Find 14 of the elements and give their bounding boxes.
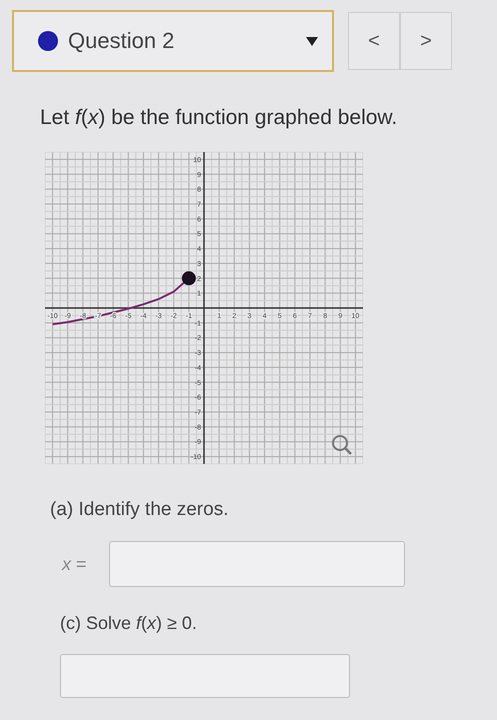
question-dropdown[interactable]: Question 2: [12, 10, 334, 72]
zoom-icon[interactable]: [332, 435, 352, 455]
nav-button[interactable]: >: [400, 12, 452, 70]
nav-button[interactable]: <: [348, 12, 400, 70]
status-dot: [38, 31, 58, 51]
part-a-label: (a) Identify the zeros.: [50, 499, 230, 521]
field-label: x =: [62, 554, 87, 574]
prompt-text: Let f(x) be the function graphed below.: [40, 106, 398, 130]
part-c-label: (c) Solve f(x) ≥ 0.: [60, 613, 198, 634]
dropdown-label: Question 2: [68, 28, 176, 54]
closed-dot: [182, 271, 196, 286]
caret-icon: [306, 36, 318, 46]
answer-field[interactable]: [60, 654, 350, 698]
answer-field[interactable]: [108, 541, 405, 587]
